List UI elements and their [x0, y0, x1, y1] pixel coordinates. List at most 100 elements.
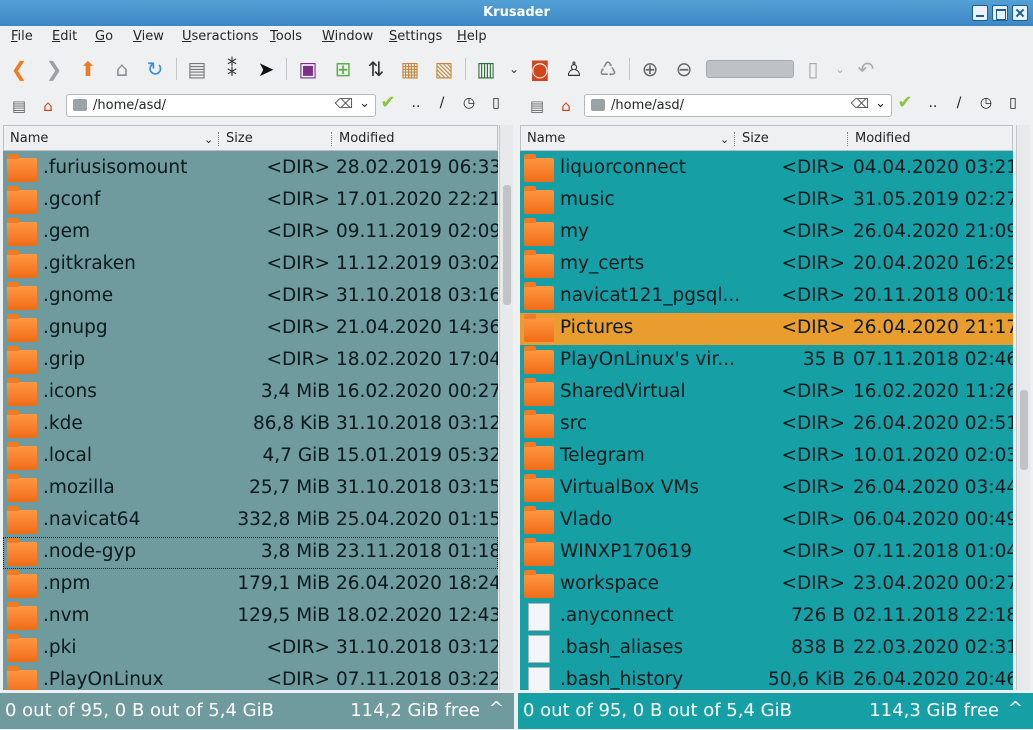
- column-size[interactable]: Size: [226, 131, 253, 146]
- file-row[interactable]: .bash_history 50,6 KiB 26.04.2020 20:46: [520, 665, 1013, 690]
- drive-icon[interactable]: ▤: [8, 95, 30, 117]
- close-button[interactable]: [1012, 5, 1028, 21]
- chevron-up-icon[interactable]: ^: [489, 698, 504, 719]
- file-row[interactable]: .mozilla 25,7 MiB 31.10.2018 03:15: [3, 473, 498, 505]
- chevron-down-icon[interactable]: ⌄: [359, 96, 370, 111]
- refresh-icon[interactable]: ↻: [141, 55, 169, 83]
- terminal-icon[interactable]: ▣: [294, 55, 322, 83]
- swap-panels-icon[interactable]: ⇅: [362, 55, 390, 83]
- scroll-thumb[interactable]: [1020, 390, 1028, 470]
- column-size[interactable]: Size: [742, 131, 769, 146]
- menu-useractions[interactable]: Useractions: [182, 29, 258, 44]
- up-arrow-icon[interactable]: ⬆: [74, 55, 102, 83]
- file-row[interactable]: .local 4,7 GiB 15.01.2019 05:32: [3, 441, 498, 473]
- file-row[interactable]: PlayOnLinux's vir... 35 B 07.11.2018 02:46: [520, 345, 1013, 377]
- zoom-slider[interactable]: [706, 60, 794, 78]
- file-row[interactable]: src <DIR> 26.04.2020 02:51: [520, 409, 1013, 441]
- drive-icon[interactable]: ▤: [526, 95, 548, 117]
- accept-path-icon[interactable]: ✔: [897, 92, 913, 113]
- left-file-panel[interactable]: Name ⌄ Size Modified .furiusisomount <DIR…: [3, 125, 498, 690]
- trash-icon[interactable]: ♺: [594, 55, 622, 83]
- file-row[interactable]: Telegram <DIR> 10.01.2020 02:03: [520, 441, 1013, 473]
- home-icon[interactable]: ⌂: [108, 55, 136, 83]
- undo-icon[interactable]: ↶: [852, 55, 880, 83]
- column-name[interactable]: Name: [10, 131, 48, 146]
- menu-tools[interactable]: Tools: [270, 29, 302, 44]
- menu-help[interactable]: Help: [457, 29, 487, 44]
- file-row[interactable]: Pictures <DIR> 26.04.2020 21:17: [520, 313, 1013, 345]
- bookmark-home-icon[interactable]: ⌂: [555, 95, 577, 117]
- chevron-up-icon[interactable]: ^: [1008, 698, 1023, 719]
- file-row[interactable]: .kde 86,8 KiB 31.10.2018 03:12: [3, 409, 498, 441]
- column-modified[interactable]: Modified: [339, 131, 394, 146]
- file-row[interactable]: .anyconnect 726 B 02.11.2018 22:18: [520, 601, 1013, 633]
- chevron-down-icon[interactable]: ⌄: [875, 96, 886, 111]
- file-row[interactable]: WINXP170619 <DIR> 07.11.2018 01:04: [520, 537, 1013, 569]
- column-name[interactable]: Name: [527, 131, 565, 146]
- history-icon[interactable]: ◷: [461, 95, 477, 111]
- file-row[interactable]: .navicat64 332,8 MiB 25.04.2020 01:15: [3, 505, 498, 537]
- zoom-out-icon[interactable]: ⊖: [670, 55, 698, 83]
- split-dropdown-icon[interactable]: ⌄: [826, 55, 854, 83]
- file-row[interactable]: .bash_aliases 838 B 22.03.2020 02:31: [520, 633, 1013, 665]
- file-row[interactable]: .grip <DIR> 18.02.2020 17:04: [3, 345, 498, 377]
- clear-icon[interactable]: ⌫: [335, 97, 353, 112]
- menu-view[interactable]: View: [133, 29, 164, 44]
- menu-go[interactable]: Go: [95, 29, 113, 44]
- clear-icon[interactable]: ⌫: [851, 97, 869, 112]
- accept-path-icon[interactable]: ✔: [380, 92, 396, 113]
- file-row[interactable]: music <DIR> 31.05.2019 02:27: [520, 185, 1013, 217]
- menu-edit[interactable]: Edit: [52, 29, 77, 44]
- user-icon[interactable]: ♙: [560, 55, 588, 83]
- menu-settings[interactable]: Settings: [389, 29, 442, 44]
- right-scrollbar[interactable]: [1016, 125, 1030, 690]
- file-row[interactable]: workspace <DIR> 23.04.2020 00:27: [520, 569, 1013, 601]
- unpack-icon[interactable]: ▧: [430, 55, 458, 83]
- file-row[interactable]: .furiusisomount <DIR> 28.02.2019 06:33: [3, 153, 498, 185]
- maximize-button[interactable]: [992, 5, 1008, 21]
- history-icon[interactable]: ◷: [978, 95, 994, 111]
- file-row[interactable]: my <DIR> 26.04.2020 21:09: [520, 217, 1013, 249]
- column-modified[interactable]: Modified: [855, 131, 910, 146]
- scroll-thumb[interactable]: [503, 185, 511, 305]
- bookmark-home-icon[interactable]: ⌂: [37, 95, 59, 117]
- file-row[interactable]: my_certs <DIR> 20.04.2020 16:29: [520, 249, 1013, 281]
- parent-dir-button[interactable]: ..: [408, 95, 424, 111]
- file-row[interactable]: SharedVirtual <DIR> 16.02.2020 11:26: [520, 377, 1013, 409]
- menu-window[interactable]: Window: [322, 29, 373, 44]
- file-row[interactable]: .gnupg <DIR> 21.04.2020 14:36: [3, 313, 498, 345]
- left-scrollbar[interactable]: [499, 125, 513, 690]
- root-dir-button[interactable]: /: [951, 95, 967, 111]
- bookmark-icon[interactable]: ▯: [1005, 95, 1021, 111]
- file-row[interactable]: navicat121_pgsql... <DIR> 20.11.2018 00:18: [520, 281, 1013, 313]
- forward-icon[interactable]: ❯: [40, 55, 68, 83]
- file-row[interactable]: liquorconnect <DIR> 04.04.2020 03:21: [520, 153, 1013, 185]
- parent-dir-button[interactable]: ..: [925, 95, 941, 111]
- file-row[interactable]: .gitkraken <DIR> 11.12.2019 03:02: [3, 249, 498, 281]
- right-file-panel[interactable]: Name ⌄ Size Modified liquorconnect <DIR> 0…: [520, 125, 1013, 690]
- file-row[interactable]: VirtualBox VMs <DIR> 26.04.2020 03:44: [520, 473, 1013, 505]
- compare-icon[interactable]: ⁑: [218, 55, 246, 83]
- screenshot-icon[interactable]: ◙: [526, 55, 554, 83]
- menu-file[interactable]: File: [11, 29, 33, 44]
- new-file-icon[interactable]: ⊞: [329, 55, 357, 83]
- mount-icon[interactable]: ▥: [472, 55, 500, 83]
- left-path-input[interactable]: /home/asd/ ⌫ ⌄: [66, 94, 376, 117]
- file-row[interactable]: .gem <DIR> 09.11.2019 02:09: [3, 217, 498, 249]
- package-icon[interactable]: ▦: [396, 55, 424, 83]
- bookmark-icon[interactable]: ▯: [488, 95, 504, 111]
- back-icon[interactable]: ❮: [5, 55, 33, 83]
- view-file-icon[interactable]: ▤: [183, 55, 211, 83]
- mount-dropdown-icon[interactable]: ⌄: [500, 55, 528, 83]
- file-row[interactable]: .gconf <DIR> 17.01.2020 22:21: [3, 185, 498, 217]
- file-row[interactable]: .npm 179,1 MiB 26.04.2020 18:24: [3, 569, 498, 601]
- file-row[interactable]: Vlado <DIR> 06.04.2020 00:49: [520, 505, 1013, 537]
- file-row[interactable]: .nvm 129,5 MiB 18.02.2020 12:43: [3, 601, 498, 633]
- file-row[interactable]: .icons 3,4 MiB 16.02.2020 00:27: [3, 377, 498, 409]
- right-path-input[interactable]: /home/asd/ ⌫ ⌄: [584, 94, 892, 117]
- select-cursor-icon[interactable]: ➤: [252, 55, 280, 83]
- file-row[interactable]: .node-gyp 3,8 MiB 23.11.2018 01:18: [3, 537, 498, 569]
- file-row[interactable]: .pki <DIR> 31.10.2018 03:12: [3, 633, 498, 665]
- zoom-in-icon[interactable]: ⊕: [636, 55, 664, 83]
- root-dir-button[interactable]: /: [434, 95, 450, 111]
